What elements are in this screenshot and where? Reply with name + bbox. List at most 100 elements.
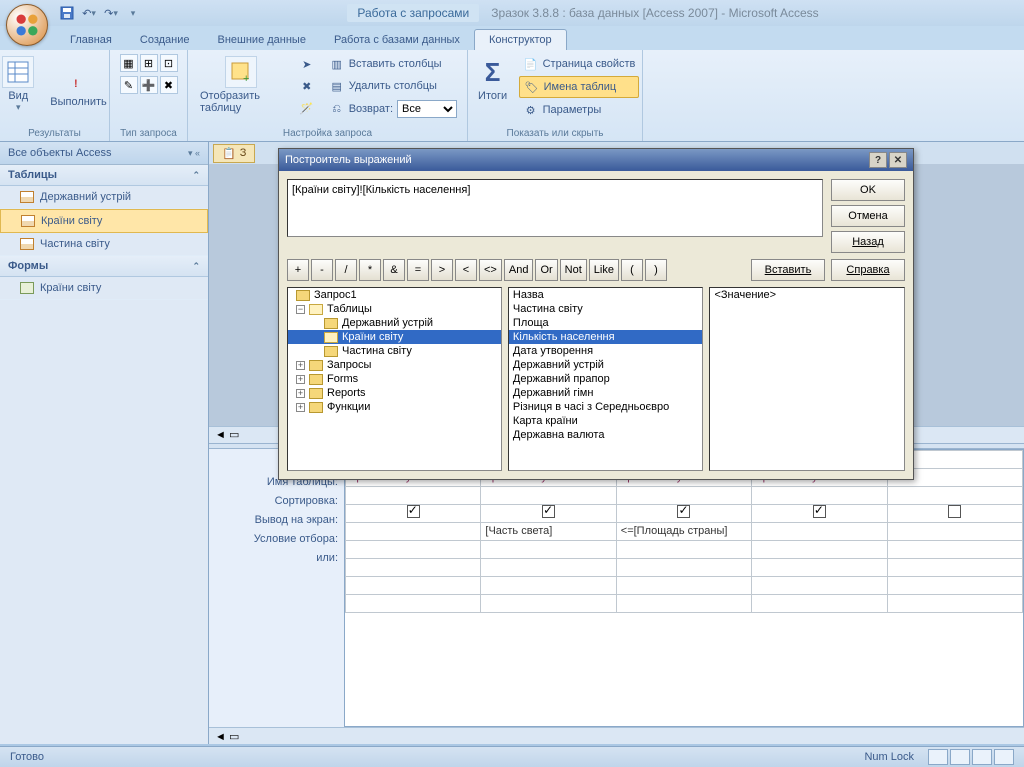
- expression-textbox[interactable]: [Країни світу]![Кількість населення]: [287, 179, 823, 237]
- field-list[interactable]: НазваЧастина світуПлощаКількість населен…: [508, 287, 704, 471]
- tree-item[interactable]: Частина світу: [288, 344, 501, 358]
- return-rows-control[interactable]: ⎌Возврат: Все: [325, 98, 461, 120]
- nav-header[interactable]: Все объекты Access ▾ «: [0, 142, 208, 165]
- grid-cell[interactable]: [752, 594, 887, 612]
- show-table-button[interactable]: + Отобразить таблицу: [194, 54, 289, 116]
- tree-item[interactable]: + Reports: [288, 386, 501, 400]
- dialog-titlebar[interactable]: Построитель выражений ? ✕: [279, 149, 913, 171]
- crosstab-query-icon[interactable]: ⊞: [140, 54, 158, 72]
- lower-hscroll[interactable]: ◄ ▭: [209, 727, 1024, 744]
- value-placeholder[interactable]: <Значение>: [710, 288, 904, 302]
- plus-icon[interactable]: +: [296, 361, 305, 370]
- show-checkbox[interactable]: [542, 505, 555, 518]
- tab-design[interactable]: Конструктор: [474, 29, 567, 50]
- field-item[interactable]: Кількість населення: [509, 330, 703, 344]
- operator-button[interactable]: +: [287, 259, 309, 281]
- insert-rows-button[interactable]: ➤: [295, 54, 319, 74]
- category-tree[interactable]: Запрос1− Таблицы Державний устрій Країни…: [287, 287, 502, 471]
- grid-cell[interactable]: [887, 576, 1022, 594]
- plus-icon[interactable]: +: [296, 389, 305, 398]
- grid-cell[interactable]: [887, 558, 1022, 576]
- help-icon[interactable]: ?: [869, 152, 887, 168]
- nav-table-item[interactable]: Країни світу: [0, 209, 208, 233]
- tab-create[interactable]: Создание: [126, 30, 204, 50]
- grid-cell[interactable]: [481, 504, 616, 522]
- grid-cell[interactable]: [616, 486, 751, 504]
- grid-cell[interactable]: [616, 594, 751, 612]
- grid-cell[interactable]: [616, 504, 751, 522]
- grid-cell[interactable]: [481, 594, 616, 612]
- grid-cell[interactable]: [346, 576, 481, 594]
- show-checkbox[interactable]: [407, 505, 420, 518]
- collapse-icon[interactable]: ⌃: [192, 261, 200, 272]
- grid-cell[interactable]: [346, 522, 481, 540]
- operator-button[interactable]: Not: [560, 259, 587, 281]
- parameters-button[interactable]: ⚙Параметры: [519, 100, 640, 120]
- grid-cell[interactable]: [752, 486, 887, 504]
- grid-cell[interactable]: [887, 522, 1022, 540]
- operator-button[interactable]: (: [621, 259, 643, 281]
- delete-columns-button[interactable]: ▤Удалить столбцы: [325, 76, 461, 96]
- property-sheet-button[interactable]: 📄Страница свойств: [519, 54, 640, 74]
- grid-cell[interactable]: [346, 540, 481, 558]
- grid-cell[interactable]: [481, 540, 616, 558]
- tree-item[interactable]: + Запросы: [288, 358, 501, 372]
- document-tab[interactable]: 📋 З: [213, 144, 255, 163]
- grid-cell[interactable]: [887, 504, 1022, 522]
- append-query-icon[interactable]: ➕: [140, 76, 158, 94]
- view-pivot-icon[interactable]: [994, 749, 1014, 765]
- field-item[interactable]: Назва: [509, 288, 703, 302]
- delete-rows-button[interactable]: ✖: [295, 76, 319, 96]
- operator-button[interactable]: <: [455, 259, 477, 281]
- field-item[interactable]: Державний прапор: [509, 372, 703, 386]
- grid-cell[interactable]: [752, 540, 887, 558]
- view-sql-icon[interactable]: [950, 749, 970, 765]
- nav-section-tables[interactable]: Таблицы ⌃: [0, 165, 208, 186]
- nav-table-item[interactable]: Державний устрій: [0, 186, 208, 209]
- show-checkbox[interactable]: [677, 505, 690, 518]
- grid-cell[interactable]: <=[Площадь страны]: [616, 522, 751, 540]
- operator-button[interactable]: *: [359, 259, 381, 281]
- operator-button[interactable]: Or: [535, 259, 557, 281]
- nav-section-forms[interactable]: Формы ⌃: [0, 256, 208, 277]
- operator-button[interactable]: ): [645, 259, 667, 281]
- office-button[interactable]: [6, 4, 48, 46]
- operator-button[interactable]: And: [504, 259, 534, 281]
- grid-cell[interactable]: [752, 504, 887, 522]
- tree-item[interactable]: Запрос1: [288, 288, 501, 302]
- grid-cell[interactable]: [616, 540, 751, 558]
- grid-cell[interactable]: [887, 540, 1022, 558]
- value-list[interactable]: <Значение>: [709, 287, 905, 471]
- save-icon[interactable]: [58, 4, 76, 22]
- update-query-icon[interactable]: ✎: [120, 76, 138, 94]
- table-names-button[interactable]: 🏷Имена таблиц: [519, 76, 640, 98]
- grid-cell[interactable]: [481, 576, 616, 594]
- field-item[interactable]: Державний устрій: [509, 358, 703, 372]
- collapse-icon[interactable]: ⌃: [192, 170, 200, 181]
- operator-button[interactable]: Like: [589, 259, 619, 281]
- show-checkbox[interactable]: [813, 505, 826, 518]
- grid-cell[interactable]: [752, 576, 887, 594]
- field-item[interactable]: Площа: [509, 316, 703, 330]
- nav-form-item[interactable]: Країни світу: [0, 277, 208, 300]
- tab-database-tools[interactable]: Работа с базами данных: [320, 30, 474, 50]
- insert-columns-button[interactable]: ▥Вставить столбцы: [325, 54, 461, 74]
- plus-icon[interactable]: +: [296, 375, 305, 384]
- totals-button[interactable]: Σ Итоги: [471, 54, 515, 104]
- close-icon[interactable]: ✕: [889, 152, 907, 168]
- delete-query-icon[interactable]: ✖: [160, 76, 178, 94]
- view-button[interactable]: Вид▾: [0, 54, 40, 115]
- select-query-icon[interactable]: ▦: [120, 54, 138, 72]
- show-checkbox[interactable]: [948, 505, 961, 518]
- operator-button[interactable]: -: [311, 259, 333, 281]
- grid-cell[interactable]: [887, 594, 1022, 612]
- field-item[interactable]: Дата утворення: [509, 344, 703, 358]
- grid-cell[interactable]: [616, 576, 751, 594]
- back-button[interactable]: Назад: [831, 231, 905, 253]
- chevron-down-icon[interactable]: ▾ «: [188, 148, 200, 159]
- operator-button[interactable]: &: [383, 259, 405, 281]
- ok-button[interactable]: OK: [831, 179, 905, 201]
- field-item[interactable]: Частина світу: [509, 302, 703, 316]
- operator-button[interactable]: /: [335, 259, 357, 281]
- builder-button[interactable]: 🪄: [295, 98, 319, 118]
